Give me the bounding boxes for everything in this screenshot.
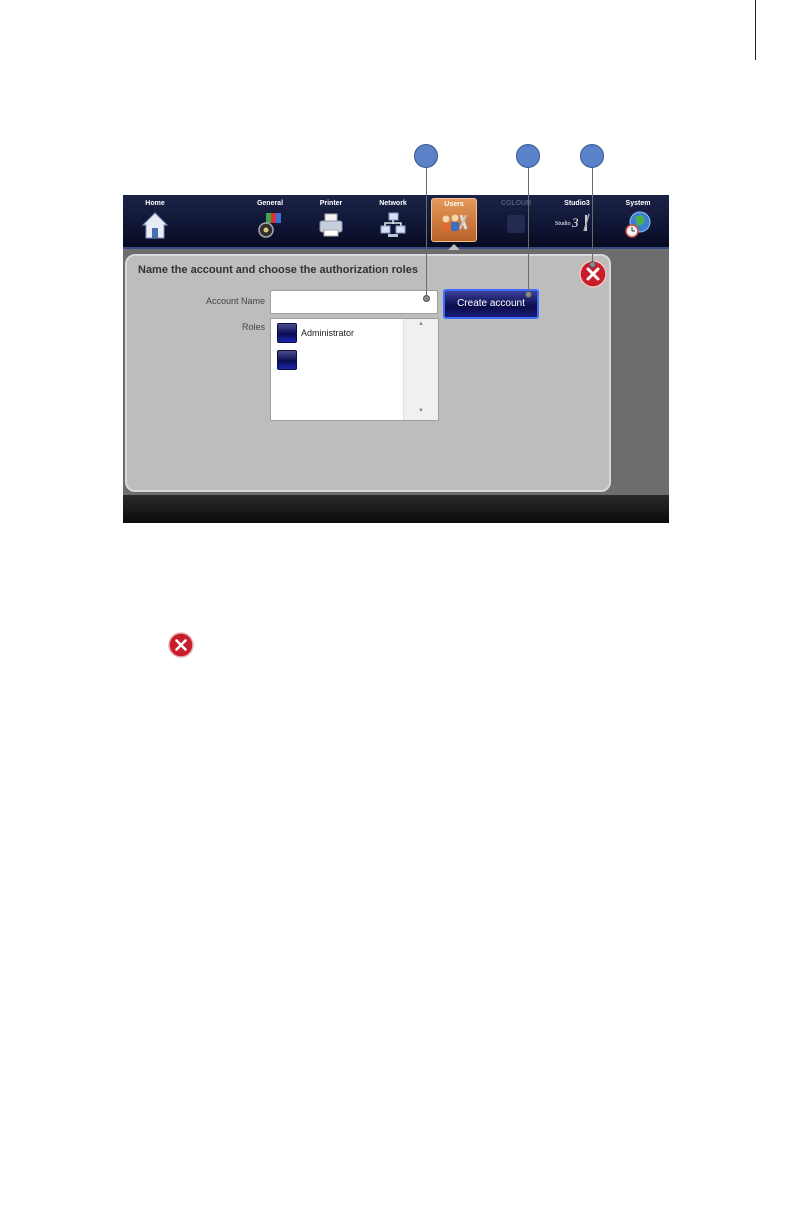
nav-label-network: Network <box>379 200 407 207</box>
nav-label-printer: Printer <box>319 200 343 207</box>
network-icon <box>380 212 406 237</box>
close-icon <box>168 632 194 658</box>
nav-item-home[interactable]: Home <box>131 195 179 247</box>
nav-label-studio3: Studio3 <box>564 200 590 207</box>
printer-icon <box>319 213 343 237</box>
house-icon <box>142 212 168 239</box>
general-settings-icon <box>258 213 281 238</box>
nav-item-printer[interactable]: Printer <box>307 195 355 247</box>
role-label: Administrator <box>301 328 355 338</box>
nav-item-general[interactable]: General <box>245 195 295 247</box>
bottom-status-bar <box>123 495 669 523</box>
nav-label-general: General <box>256 200 284 207</box>
callout-leader-end <box>525 291 532 298</box>
account-name-input[interactable] <box>270 290 438 314</box>
top-navigation-bar: Home General Printer Network Users COLOU… <box>123 195 669 249</box>
role-checkbox[interactable] <box>277 350 297 370</box>
nav-item-studio3[interactable]: Studio3 Studio 3 <box>553 195 601 247</box>
scroll-down-arrow-icon[interactable]: ▼ <box>418 408 424 414</box>
role-item-administrator[interactable]: Administrator <box>277 323 402 345</box>
role-item-unnamed[interactable] <box>277 350 402 372</box>
callout-leader-create-account <box>528 168 529 294</box>
nav-label-system: System <box>625 200 651 207</box>
colour-icon <box>507 215 525 233</box>
nav-label-colour: COLOUR <box>500 200 532 207</box>
callout-leader-close <box>592 168 593 264</box>
dialog-title: Name the account and choose the authoriz… <box>138 264 418 276</box>
active-tab-pointer <box>448 244 460 250</box>
scroll-up-arrow-icon[interactable]: ▲ <box>418 321 424 327</box>
callout-marker-account-name <box>414 144 438 168</box>
users-tools-icon <box>442 214 468 231</box>
nav-item-colour: COLOUR <box>495 195 537 247</box>
callout-leader-end <box>423 295 430 302</box>
callout-leader-end <box>589 261 596 268</box>
roles-scrollbar[interactable]: ▲ ▼ <box>403 319 438 420</box>
callout-marker-close <box>580 144 604 168</box>
nav-item-users[interactable]: Users <box>431 198 477 242</box>
page-crop-mark <box>755 0 756 60</box>
nav-item-system[interactable]: System <box>615 195 661 247</box>
nav-label-home: Home <box>145 200 165 207</box>
globe-clock-icon <box>625 211 651 238</box>
studio3-logo-text: Studio <box>555 221 571 227</box>
roles-label: Roles <box>241 322 265 332</box>
app-screen: Home General Printer Network Users COLOU… <box>123 195 669 523</box>
roles-list: Administrator ▲ ▼ <box>270 318 439 421</box>
account-name-label: Account Name <box>205 296 265 306</box>
create-account-dialog: Name the account and choose the authoriz… <box>125 254 611 492</box>
nav-item-network[interactable]: Network <box>368 195 418 247</box>
nav-label-users: Users <box>444 201 464 208</box>
callout-marker-create-account <box>516 144 540 168</box>
studio3-logo-number: 3 <box>571 215 579 230</box>
callout-leader-account-name <box>426 168 427 298</box>
role-checkbox[interactable] <box>277 323 297 343</box>
